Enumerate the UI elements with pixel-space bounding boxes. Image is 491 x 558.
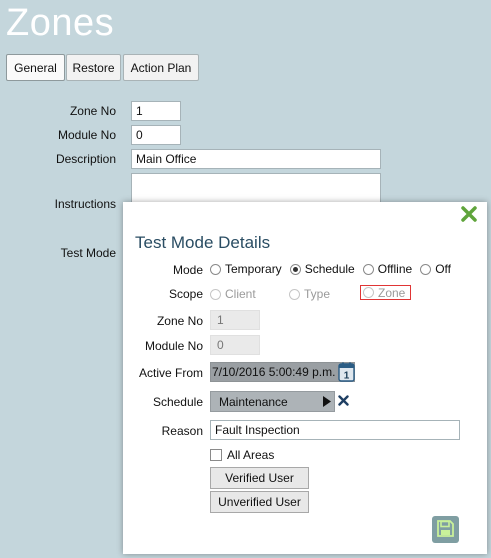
- scope-option-client[interactable]: Client: [210, 287, 256, 301]
- radio-icon: [210, 263, 221, 275]
- calendar-icon[interactable]: 1: [338, 362, 355, 382]
- zone-no-label: Zone No: [69, 104, 116, 118]
- mode-label: Mode: [172, 263, 203, 277]
- dialog-zone-no-label: Zone No: [156, 314, 203, 328]
- all-areas-label: All Areas: [227, 448, 275, 462]
- tab-general[interactable]: General: [6, 54, 65, 81]
- test-mode-dialog: Test Mode Details Mode Temporary Schedul…: [123, 202, 487, 554]
- mode-option-schedule[interactable]: Schedule: [289, 262, 355, 276]
- dialog-module-no-label: Module No: [144, 339, 203, 353]
- schedule-label: Schedule: [152, 395, 203, 409]
- tab-action-plan[interactable]: Action Plan: [123, 54, 199, 81]
- all-areas-checkbox[interactable]: [210, 449, 222, 461]
- tab-restore[interactable]: Restore: [66, 54, 121, 81]
- mode-radio-group: Temporary Schedule Offline Off: [210, 262, 451, 276]
- test-mode-label: Test Mode: [60, 246, 116, 260]
- dialog-title: Test Mode Details: [135, 233, 271, 252]
- dialog-module-no-input[interactable]: 0: [210, 335, 260, 355]
- radio-icon: [362, 263, 374, 275]
- module-no-input[interactable]: 0: [131, 125, 181, 145]
- page-title: Zones: [6, 2, 115, 44]
- close-icon[interactable]: [461, 206, 477, 226]
- radio-icon: [420, 263, 432, 275]
- save-button[interactable]: [432, 516, 459, 543]
- reason-label: Reason: [161, 424, 203, 438]
- schedule-select[interactable]: Maintenance: [210, 391, 335, 412]
- radio-icon: [210, 288, 221, 300]
- module-no-label: Module No: [57, 128, 116, 142]
- verified-user-button[interactable]: Verified User: [210, 467, 309, 489]
- reason-input[interactable]: Fault Inspection: [210, 420, 460, 440]
- instructions-input[interactable]: [131, 173, 381, 203]
- description-input[interactable]: Main Office: [131, 149, 381, 169]
- schedule-value: Maintenance: [219, 394, 288, 409]
- mode-option-offline[interactable]: Offline: [362, 262, 412, 276]
- save-icon: [437, 519, 454, 540]
- scope-option-type[interactable]: Type: [289, 287, 330, 301]
- active-from-value: 7/10/2016 5:00:49 p.m.: [212, 365, 336, 379]
- radio-icon: [289, 288, 300, 300]
- radio-icon: [363, 287, 374, 298]
- clear-icon[interactable]: [338, 395, 349, 409]
- mode-option-temporary[interactable]: Temporary: [210, 262, 282, 276]
- active-from-input[interactable]: 7/10/2016 5:00:49 p.m.: [210, 362, 355, 382]
- all-areas-checkbox-row[interactable]: All Areas: [210, 448, 274, 462]
- play-icon: [323, 396, 331, 410]
- instructions-label: Instructions: [54, 197, 116, 211]
- active-from-label: Active From: [138, 366, 203, 380]
- scope-label: Scope: [168, 287, 203, 301]
- scope-option-zone[interactable]: Zone: [360, 285, 411, 300]
- mode-option-off[interactable]: Off: [420, 262, 451, 276]
- dialog-zone-no-input[interactable]: 1: [210, 310, 260, 330]
- zone-no-input[interactable]: 1: [131, 101, 181, 121]
- calendar-day: 1: [344, 371, 350, 382]
- radio-selected-icon: [289, 263, 301, 275]
- unverified-user-button[interactable]: Unverified User: [210, 491, 309, 513]
- description-label: Description: [55, 152, 116, 166]
